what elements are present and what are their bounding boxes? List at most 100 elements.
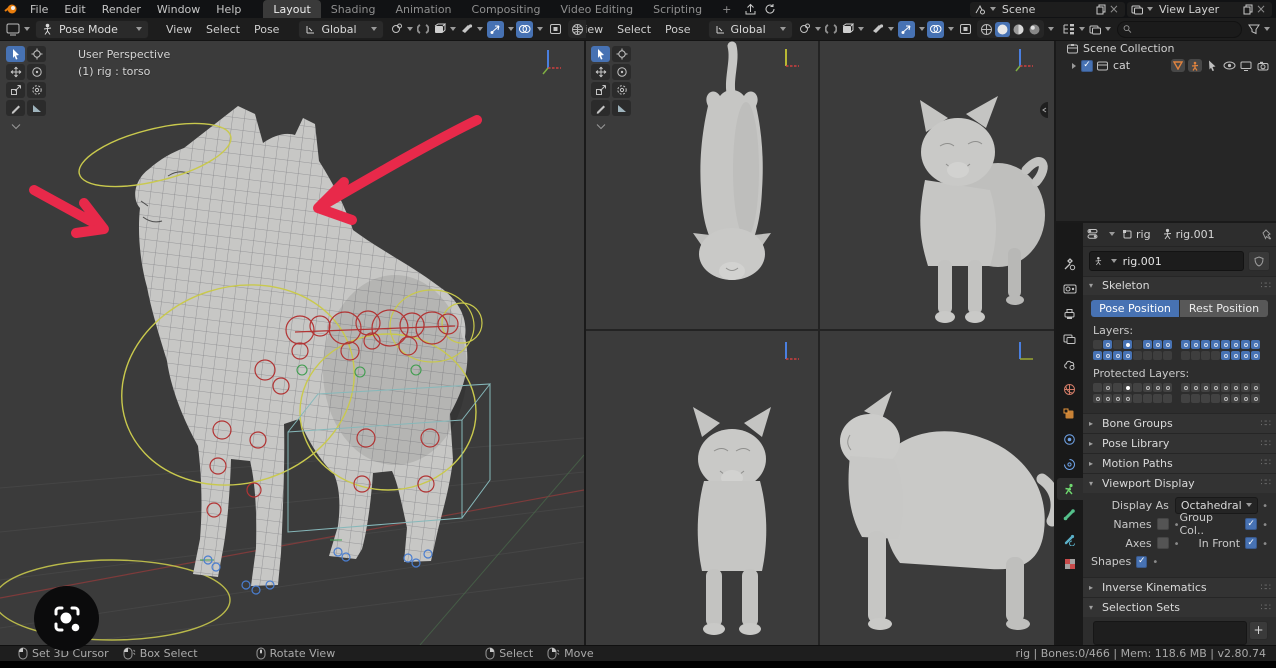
layer-toggle[interactable] <box>1103 394 1112 404</box>
tab-bone-constraints[interactable] <box>1057 528 1083 550</box>
tab-output[interactable] <box>1057 303 1083 325</box>
rotate-tool[interactable] <box>27 64 46 80</box>
layer-toggle[interactable] <box>1211 351 1220 361</box>
panel-grip-icon[interactable] <box>1261 583 1270 593</box>
panel-header-pose-library[interactable]: ▸ Pose Library <box>1083 433 1276 453</box>
main-viewport-canvas[interactable] <box>0 40 584 645</box>
layer-toggle[interactable] <box>1251 340 1260 350</box>
axis-gizmo[interactable] <box>1015 49 1033 72</box>
outliner-filter-button[interactable] <box>1246 21 1272 38</box>
layer-toggle[interactable] <box>1093 383 1102 393</box>
layer-toggle[interactable] <box>1103 351 1112 361</box>
panel-grip-icon[interactable] <box>1261 281 1270 291</box>
panel-header-selection-sets[interactable]: ▾ Selection Sets <box>1083 597 1276 617</box>
layer-toggle[interactable] <box>1153 340 1162 350</box>
layer-toggle[interactable] <box>1093 340 1102 350</box>
data-name-field[interactable] <box>1120 253 1239 269</box>
rotate-tool[interactable] <box>612 64 631 80</box>
layer-toggle[interactable] <box>1231 383 1240 393</box>
layer-toggle[interactable] <box>1231 394 1240 404</box>
proportional-editing-button[interactable] <box>839 21 866 38</box>
main-3d-viewport[interactable]: User Perspective (1) rig : torso <box>0 40 584 645</box>
layer-toggle[interactable] <box>1201 340 1210 350</box>
measure-tool[interactable] <box>27 100 46 116</box>
layer-toggle[interactable] <box>1241 394 1250 404</box>
outliner-search-field[interactable] <box>1131 21 1236 37</box>
layer-toggle[interactable] <box>1211 394 1220 404</box>
layer-toggle[interactable] <box>1191 340 1200 350</box>
layer-toggle[interactable] <box>1201 351 1210 361</box>
layer-toggle[interactable] <box>1153 394 1162 404</box>
xray-toggle[interactable] <box>957 21 974 38</box>
layer-toggle[interactable] <box>1241 383 1250 393</box>
layer-toggle[interactable] <box>1201 394 1210 404</box>
layer-toggle[interactable] <box>1133 340 1142 350</box>
tab-constraints[interactable] <box>1057 428 1083 450</box>
layer-toggle[interactable] <box>1181 340 1190 350</box>
expand-arrow-icon[interactable] <box>1070 62 1078 70</box>
menu-pose[interactable]: Pose <box>247 23 286 36</box>
menu-render[interactable]: Render <box>94 3 149 16</box>
tab-bone[interactable] <box>1057 503 1083 525</box>
layer-toggle[interactable] <box>1103 383 1112 393</box>
tab-render[interactable] <box>1057 278 1083 300</box>
workspace-tab-scripting[interactable]: Scripting <box>643 0 712 18</box>
selection-sets-listbox[interactable] <box>1093 620 1247 645</box>
in-front-checkbox[interactable] <box>1245 537 1258 550</box>
menu-view[interactable]: View <box>159 23 199 36</box>
shapes-checkbox[interactable] <box>1136 555 1148 568</box>
scene-selector[interactable]: Scene <box>969 1 1125 17</box>
transform-tool[interactable] <box>612 82 631 98</box>
quad-front-view[interactable] <box>586 331 819 645</box>
measure-tool[interactable] <box>612 100 631 116</box>
layer-toggle[interactable] <box>1251 383 1260 393</box>
snap-magnet-toggle[interactable] <box>823 21 839 38</box>
layer-toggle[interactable] <box>1241 340 1250 350</box>
axis-gizmo[interactable] <box>1019 342 1033 360</box>
layer-toggle[interactable] <box>1211 340 1220 350</box>
xray-toggle[interactable] <box>547 21 564 38</box>
menu-view[interactable]: View <box>586 23 610 36</box>
breadcrumb-data[interactable]: rig.001 <box>1176 228 1215 241</box>
layer-toggle[interactable] <box>1163 383 1172 393</box>
workspace-tab-layout[interactable]: Layout <box>263 0 321 18</box>
select-box-tool[interactable] <box>591 46 610 62</box>
layer-toggle[interactable] <box>1143 340 1152 350</box>
mode-dropdown[interactable]: Pose Mode <box>35 19 149 39</box>
proportional-editing-button[interactable] <box>431 21 458 38</box>
outliner-row-cat[interactable]: cat <box>1056 57 1276 74</box>
layer-toggle[interactable] <box>1231 351 1240 361</box>
quad-side-view[interactable] <box>820 331 1054 645</box>
sidebar-collapse-arrow[interactable] <box>1040 102 1048 118</box>
axes-checkbox[interactable] <box>1156 537 1169 550</box>
quad-view-viewport[interactable] <box>586 40 1054 645</box>
layer-toggle[interactable] <box>1113 383 1122 393</box>
toolbar-expand-chevron[interactable] <box>591 118 610 134</box>
layer-toggle[interactable] <box>1133 394 1142 404</box>
outliner-filter-id-button[interactable] <box>1087 21 1113 38</box>
menu-select[interactable]: Select <box>610 23 658 36</box>
animate-dot[interactable] <box>1262 499 1268 512</box>
panel-header-motion-paths[interactable]: ▸ Motion Paths <box>1083 452 1276 473</box>
add-selection-set-button[interactable]: + <box>1249 620 1268 640</box>
quad-user-view[interactable] <box>820 40 1054 330</box>
pose-position-button[interactable]: Pose Position <box>1091 300 1179 318</box>
layer-toggle[interactable] <box>1251 351 1260 361</box>
armature-data-badge[interactable] <box>1188 59 1202 72</box>
breadcrumb-object[interactable]: rig <box>1136 228 1151 241</box>
animate-dot[interactable] <box>1262 537 1268 550</box>
outliner-display-mode-button[interactable] <box>1060 21 1087 38</box>
transform-orientation-dropdown[interactable]: Global <box>298 19 384 39</box>
layer-toggle[interactable] <box>1143 351 1152 361</box>
layer-toggle[interactable] <box>1241 351 1250 361</box>
layer-toggle[interactable] <box>1133 351 1142 361</box>
blender-logo-icon[interactable] <box>4 3 18 15</box>
pin-icon[interactable] <box>1262 229 1272 240</box>
animate-dot[interactable] <box>1152 555 1158 568</box>
layer-toggle[interactable] <box>1113 394 1122 404</box>
layer-toggle[interactable] <box>1221 340 1230 350</box>
shading-rendered-button[interactable] <box>1027 22 1042 37</box>
editor-type-button[interactable] <box>4 21 32 38</box>
axis-gizmo[interactable] <box>785 342 799 360</box>
layer-toggle[interactable] <box>1191 394 1200 404</box>
